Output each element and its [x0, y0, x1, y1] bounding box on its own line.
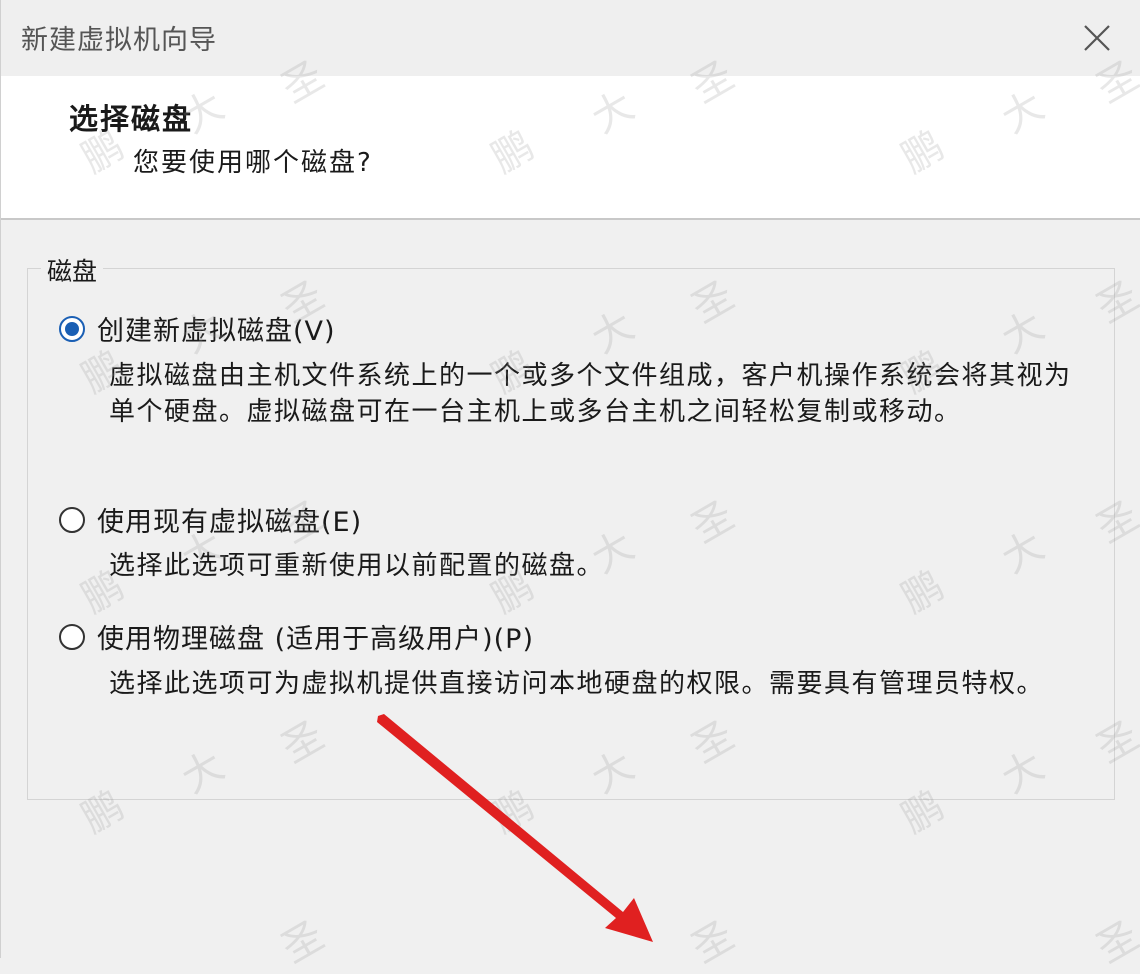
watermark-char: 圣 [684, 912, 742, 973]
option-description-use-existing: 选择此选项可重新使用以前配置的磁盘。 [109, 551, 605, 581]
radio-button-checked[interactable] [59, 315, 85, 342]
option-description-create-new: 虚拟磁盘由主机文件系统上的一个或多个文件组成，客户机操作系统会将其视为单个硬盘。… [109, 361, 1072, 427]
option-label-use-existing: 使用现有虚拟磁盘(E) [97, 507, 363, 538]
watermark-char: 圣 [1089, 912, 1140, 973]
page-title: 选择磁盘 [69, 102, 194, 136]
close-icon [1084, 25, 1110, 51]
wizard-header: 选择磁盘 您要使用哪个磁盘? [1, 76, 1140, 220]
radio-create-new-virtual-disk[interactable]: 创建新虚拟磁盘(V) [59, 309, 336, 348]
radio-use-physical-disk[interactable]: 使用物理磁盘 (适用于高级用户)(P) [59, 617, 534, 656]
disk-group-label: 磁盘 [41, 252, 104, 288]
option-label-use-physical: 使用物理磁盘 (适用于高级用户)(P) [97, 624, 534, 655]
page-subtitle: 您要使用哪个磁盘? [133, 148, 373, 178]
radio-button-unchecked[interactable] [59, 623, 85, 650]
close-button[interactable] [1079, 20, 1115, 56]
option-label-create-new: 创建新虚拟磁盘(V) [97, 316, 336, 347]
new-vm-wizard-window: 新建虚拟机向导 选择磁盘 您要使用哪个磁盘? 磁盘 创建新虚拟磁盘(V) 虚拟磁… [0, 0, 1140, 972]
title-bar: 新建虚拟机向导 [1, 0, 1140, 76]
watermark-char: 圣 [274, 912, 332, 973]
radio-button-unchecked[interactable] [59, 506, 85, 533]
window-title: 新建虚拟机向导 [21, 25, 217, 56]
radio-use-existing-virtual-disk[interactable]: 使用现有虚拟磁盘(E) [59, 500, 362, 539]
option-description-use-physical: 选择此选项可为虚拟机提供直接访问本地硬盘的权限。需要具有管理员特权。 [109, 669, 1045, 699]
